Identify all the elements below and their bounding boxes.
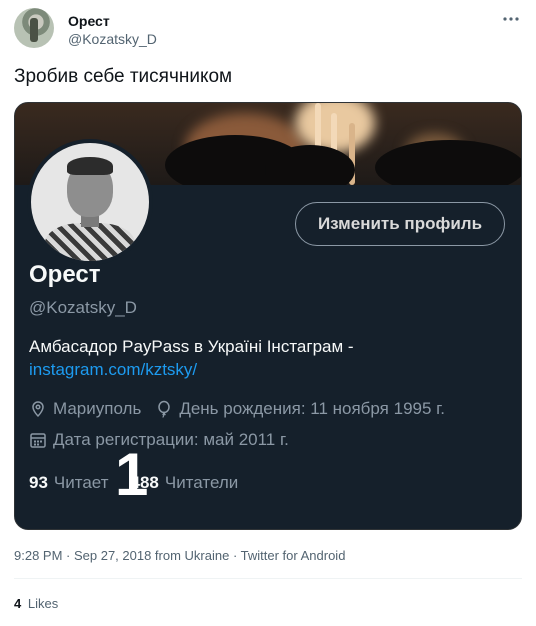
followers-count-edited-digit: 1 bbox=[115, 441, 149, 508]
followers-label: Читатели bbox=[164, 473, 239, 492]
profile-avatar bbox=[27, 139, 153, 265]
calendar-icon bbox=[30, 433, 46, 448]
location-icon bbox=[32, 401, 44, 418]
profile-handle: @Kozatsky_D bbox=[29, 298, 137, 317]
author-name[interactable]: Орест bbox=[68, 13, 110, 29]
meta-row: Мариуполь День рождения: 11 ноября 1995 … bbox=[29, 399, 445, 419]
edit-profile-button: Изменить профиль bbox=[295, 202, 505, 246]
profile-screenshot-card: Изменить профиль Орест @Kozatsky_D Амбас… bbox=[14, 102, 522, 530]
joined-row: Дата регистрации: май 2011 г. bbox=[29, 430, 289, 450]
profile-bio: Амбасадор PayPass в Україні Інстаграм - … bbox=[29, 335, 354, 381]
divider bbox=[14, 578, 522, 579]
bio-link: instagram.com/kztsky/ bbox=[29, 360, 198, 379]
likes-label: Likes bbox=[27, 596, 59, 611]
tweet-timestamp[interactable]: 9:28 PM · Sep 27, 2018 from Ukraine · Tw… bbox=[14, 548, 345, 563]
balloon-icon bbox=[158, 400, 171, 418]
likes-number: 4 bbox=[14, 596, 22, 611]
author-handle[interactable]: @Kozatsky_D bbox=[68, 31, 157, 47]
location-text: Мариуполь bbox=[53, 399, 142, 418]
likes-count[interactable]: 4 Likes bbox=[14, 596, 58, 611]
following-count: 93 bbox=[29, 473, 48, 492]
profile-name: Орест bbox=[29, 261, 101, 288]
birthday-text: День рождения: 11 ноября 1995 г. bbox=[179, 399, 446, 418]
more-icon[interactable] bbox=[502, 10, 520, 33]
following-label: Читает bbox=[53, 473, 109, 492]
bio-text: Амбасадор PayPass в Україні Інстаграм - bbox=[29, 337, 354, 356]
joined-text: Дата регистрации: май 2011 г. bbox=[53, 430, 289, 449]
author-avatar[interactable] bbox=[14, 8, 54, 48]
tweet-text: Зробив себе тисячником bbox=[14, 66, 233, 87]
